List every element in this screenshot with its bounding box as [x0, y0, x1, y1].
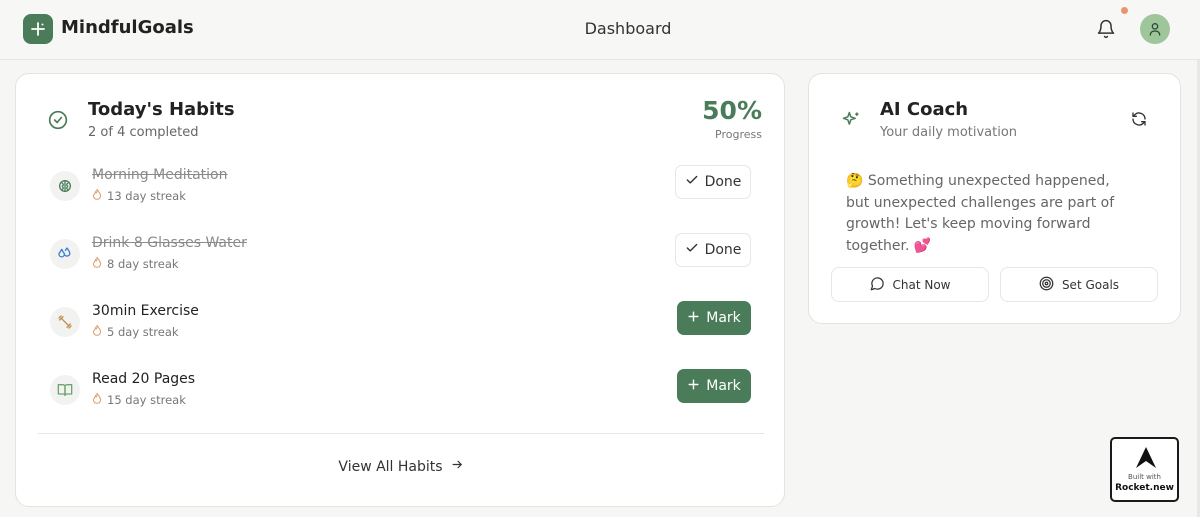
done-label: Done [704, 242, 742, 258]
set-goals-button[interactable]: Set Goals [1000, 267, 1158, 302]
target-icon [1039, 276, 1054, 294]
refresh-icon[interactable] [1131, 111, 1147, 127]
coach-subtitle: Your daily motivation [880, 125, 1018, 140]
mark-button[interactable]: Mark [677, 301, 751, 335]
habit-streak: 8 day streak [92, 256, 179, 271]
habit-name: Drink 8 Glasses Water [92, 235, 247, 251]
built-with-rocket-badge[interactable]: Built with Rocket.new [1110, 437, 1179, 502]
habits-title: Today's Habits [88, 99, 235, 120]
habit-streak: 13 day streak [92, 188, 186, 203]
rocket-logo-icon [1136, 447, 1156, 468]
habits-subtitle: 2 of 4 completed [88, 125, 199, 140]
done-button[interactable]: Done [675, 233, 751, 267]
check-icon [685, 173, 699, 191]
plus-icon [687, 310, 700, 327]
flame-icon [92, 324, 102, 339]
habit-name: Read 20 Pages [92, 371, 196, 387]
view-all-habits-link[interactable]: View All Habits [16, 458, 786, 475]
droplets-icon [50, 239, 80, 269]
streak-text: 5 day streak [107, 324, 179, 339]
habit-streak: 5 day streak [92, 324, 179, 339]
habit-name: 30min Exercise [92, 303, 199, 319]
mark-button[interactable]: Mark [677, 369, 751, 403]
streak-text: 13 day streak [107, 188, 186, 203]
ai-coach-card: AI Coach Your daily motivation 🤔 Somethi… [808, 73, 1181, 324]
progress-percent: 50% [702, 96, 762, 125]
rocket-brand-text: Rocket.new [1115, 483, 1174, 493]
habit-row: Read 20 Pages 15 day streak Mark [16, 369, 786, 435]
set-goals-label: Set Goals [1061, 277, 1120, 292]
flame-icon [92, 188, 102, 203]
mark-label: Mark [706, 310, 741, 326]
chat-now-button[interactable]: Chat Now [831, 267, 989, 302]
habit-row: 30min Exercise 5 day streak Mark [16, 301, 786, 367]
streak-text: 15 day streak [107, 392, 186, 407]
done-button[interactable]: Done [675, 165, 751, 199]
habit-name: Morning Meditation [92, 167, 228, 183]
progress-label: Progress [715, 128, 762, 141]
mark-label: Mark [706, 378, 741, 394]
flame-icon [92, 392, 102, 407]
check-circle-icon [48, 110, 68, 130]
plus-icon [687, 378, 700, 395]
done-label: Done [704, 174, 742, 190]
flame-icon [92, 256, 102, 271]
view-all-label: View All Habits [338, 458, 443, 475]
sparkles-icon [841, 110, 861, 130]
chat-now-label: Chat Now [892, 277, 951, 292]
check-icon [685, 241, 699, 259]
habit-row: Drink 8 Glasses Water 8 day streak Done [16, 233, 786, 299]
page-title: Dashboard [584, 19, 672, 38]
brain-icon [50, 171, 80, 201]
user-avatar[interactable] [1140, 14, 1170, 44]
todays-habits-card: Today's Habits 2 of 4 completed 50% Prog… [15, 73, 785, 507]
streak-text: 8 day streak [107, 256, 179, 271]
arrow-right-icon [451, 458, 464, 475]
bell-icon[interactable] [1093, 16, 1119, 42]
top-header: MindfulGoals Dashboard [0, 0, 1200, 60]
habit-streak: 15 day streak [92, 392, 186, 407]
dumbbell-icon [50, 307, 80, 337]
book-icon [50, 375, 80, 405]
coach-title: AI Coach [880, 99, 969, 120]
coach-message: 🤔 Something unexpected happened, but une… [846, 173, 1115, 254]
divider [38, 433, 764, 434]
habit-row: Morning Meditation 13 day streak Done [16, 165, 786, 231]
notification-dot [1121, 7, 1128, 14]
built-with-text: Built with [1128, 473, 1161, 481]
message-circle-icon [870, 276, 885, 294]
